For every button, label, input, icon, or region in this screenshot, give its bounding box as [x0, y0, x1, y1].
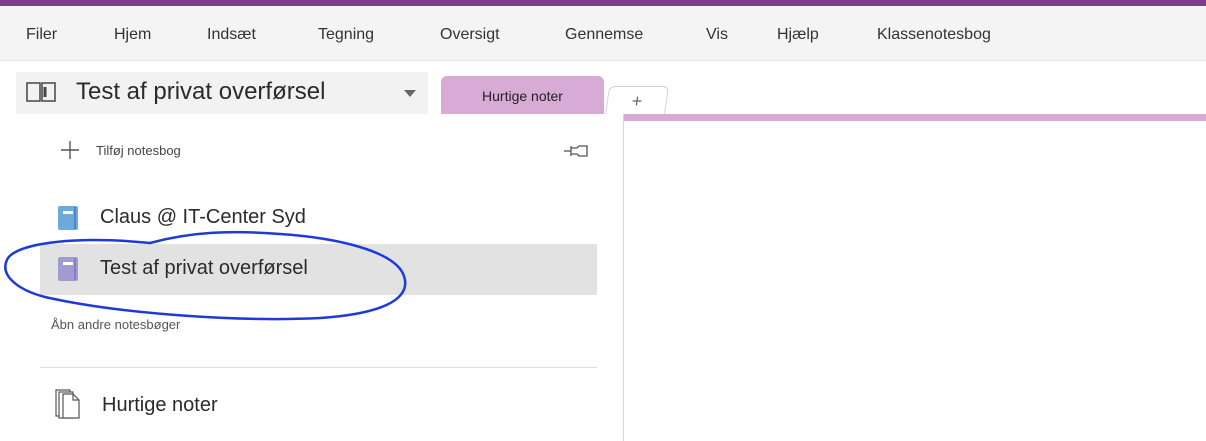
menu-indsaet[interactable]: Indsæt: [207, 26, 256, 44]
quick-notes-label: Hurtige noter: [102, 394, 218, 416]
ribbon-menu: Filer Hjem Indsæt Tegning Oversigt Genne…: [0, 6, 1206, 61]
menu-hjem[interactable]: Hjem: [114, 26, 151, 44]
pages-icon: [55, 389, 80, 419]
quick-notes-item[interactable]: Hurtige noter: [40, 383, 597, 429]
pin-icon[interactable]: [563, 144, 589, 158]
menu-gennemse[interactable]: Gennemse: [565, 26, 643, 44]
notebook-title: Test af privat overførsel: [76, 78, 326, 105]
tab-hurtige-noter[interactable]: Hurtige noter: [441, 76, 604, 114]
notebook-label: Test af privat overførsel: [100, 257, 308, 279]
open-book-icon: [26, 82, 56, 102]
menu-klassenotesbog[interactable]: Klassenotesbog: [877, 26, 991, 44]
notebook-item-test[interactable]: Test af privat overførsel: [40, 244, 597, 295]
notebook-icon: [58, 257, 78, 281]
menu-oversigt[interactable]: Oversigt: [440, 26, 500, 44]
section-color-strip: [624, 114, 1206, 121]
plus-icon: [61, 141, 79, 159]
menu-filer[interactable]: Filer: [26, 26, 57, 44]
open-other-notebooks-link[interactable]: Åbn andre notesbøger: [51, 317, 180, 332]
notebook-item-claus[interactable]: Claus @ IT-Center Syd: [40, 193, 597, 244]
menu-tegning[interactable]: Tegning: [318, 26, 374, 44]
divider: [40, 367, 597, 368]
notebook-selector[interactable]: Test af privat overførsel: [16, 72, 428, 114]
notebook-label: Claus @ IT-Center Syd: [100, 206, 306, 228]
chevron-down-icon: [404, 90, 416, 97]
notebook-icon: [58, 206, 78, 230]
menu-hjaelp[interactable]: Hjælp: [777, 26, 819, 44]
menu-vis[interactable]: Vis: [706, 26, 728, 44]
add-section-button[interactable]: +: [604, 86, 670, 115]
add-notebook-label: Tilføj notesbog: [96, 143, 181, 158]
